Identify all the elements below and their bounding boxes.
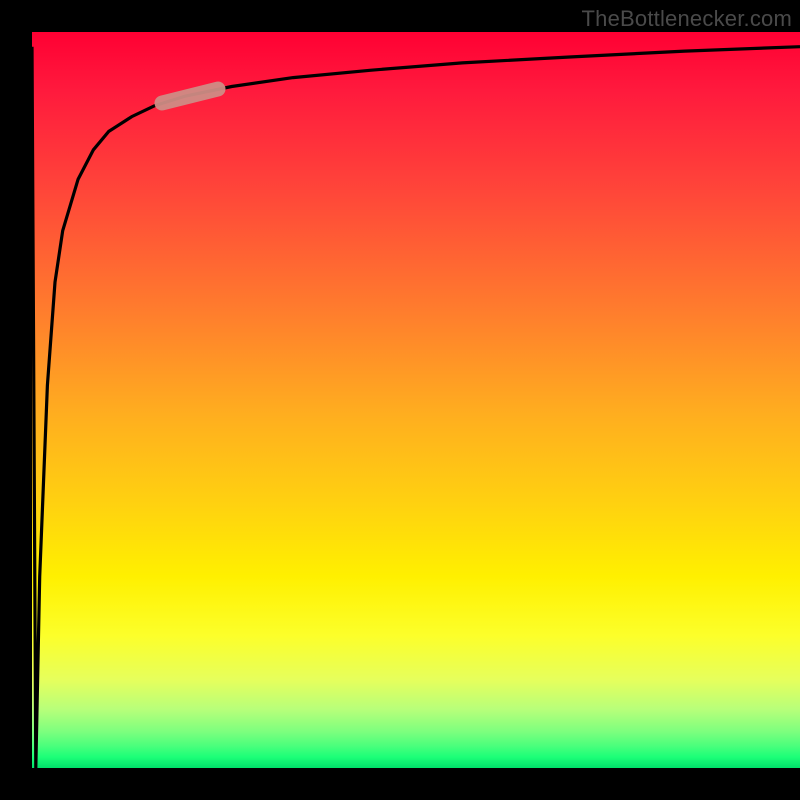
watermark-text: TheBottlenecker.com xyxy=(582,6,792,32)
chart-canvas: TheBottlenecker.com xyxy=(0,0,800,800)
plot-area xyxy=(32,32,800,768)
